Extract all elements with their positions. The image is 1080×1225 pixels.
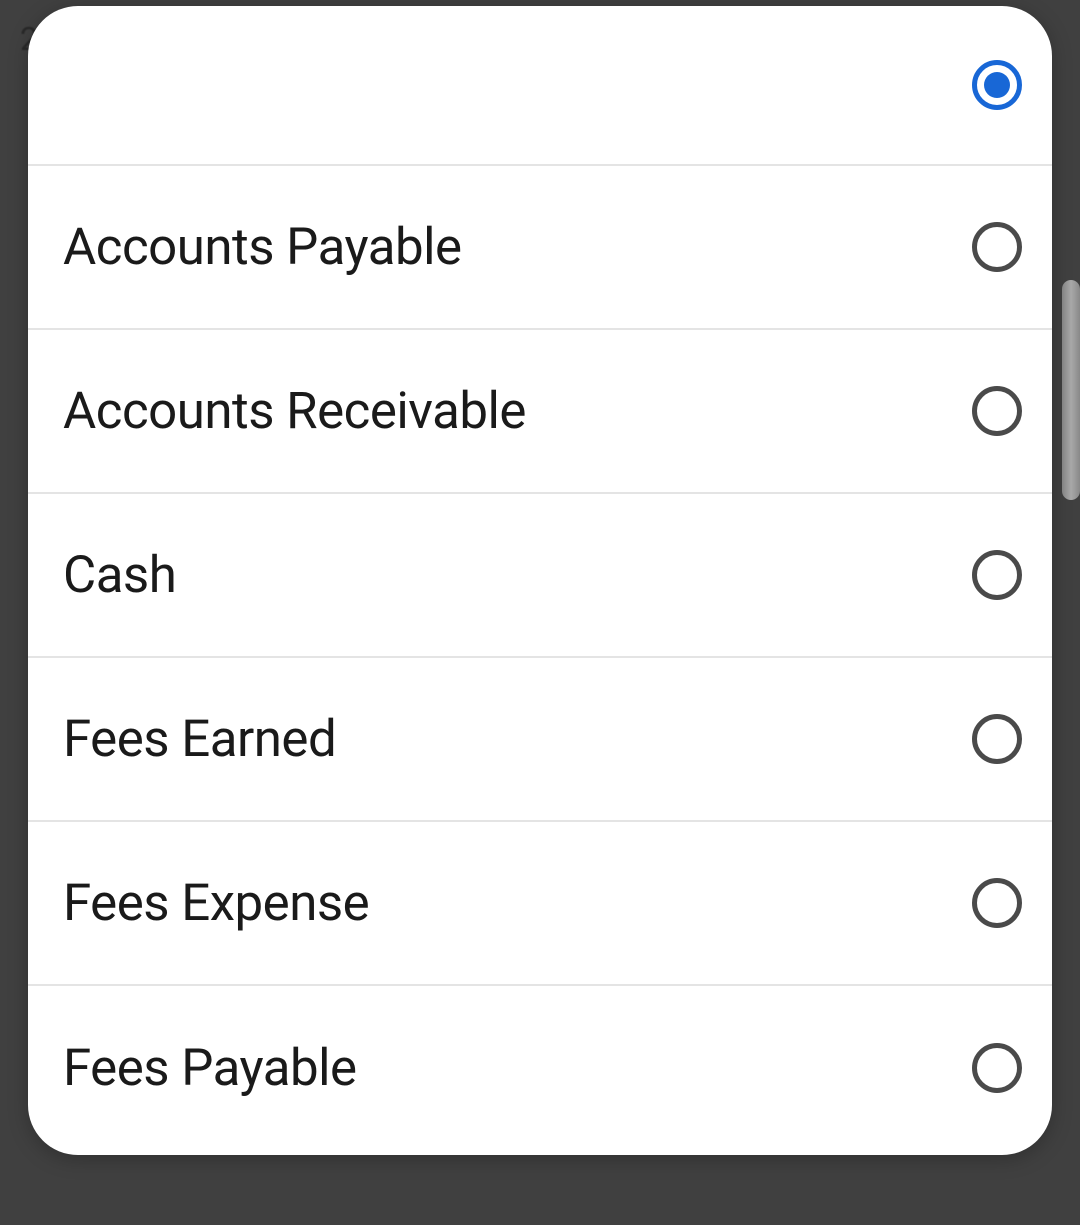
scrollbar[interactable] — [1062, 280, 1080, 500]
radio-unselected-icon[interactable] — [972, 222, 1022, 272]
option-label: Fees Expense — [63, 874, 369, 933]
radio-unselected-icon[interactable] — [972, 386, 1022, 436]
option-label: Accounts Receivable — [63, 382, 526, 441]
option-row-fees-payable[interactable]: Fees Payable — [28, 986, 1052, 1150]
radio-unselected-icon[interactable] — [972, 1043, 1022, 1093]
radio-selected-icon[interactable] — [972, 60, 1022, 110]
option-row-cash[interactable]: Cash — [28, 494, 1052, 658]
option-row-fees-earned[interactable]: Fees Earned — [28, 658, 1052, 822]
option-row-blank[interactable] — [28, 6, 1052, 166]
option-label: Cash — [63, 546, 176, 605]
radio-unselected-icon[interactable] — [972, 714, 1022, 764]
radio-unselected-icon[interactable] — [972, 550, 1022, 600]
option-row-accounts-payable[interactable]: Accounts Payable — [28, 166, 1052, 330]
account-selection-modal: Accounts Payable Accounts Receivable Cas… — [28, 6, 1052, 1155]
option-label: Fees Earned — [63, 710, 336, 769]
option-row-accounts-receivable[interactable]: Accounts Receivable — [28, 330, 1052, 494]
radio-unselected-icon[interactable] — [972, 878, 1022, 928]
option-row-fees-expense[interactable]: Fees Expense — [28, 822, 1052, 986]
option-label: Fees Payable — [63, 1039, 357, 1098]
option-label: Accounts Payable — [63, 218, 462, 277]
